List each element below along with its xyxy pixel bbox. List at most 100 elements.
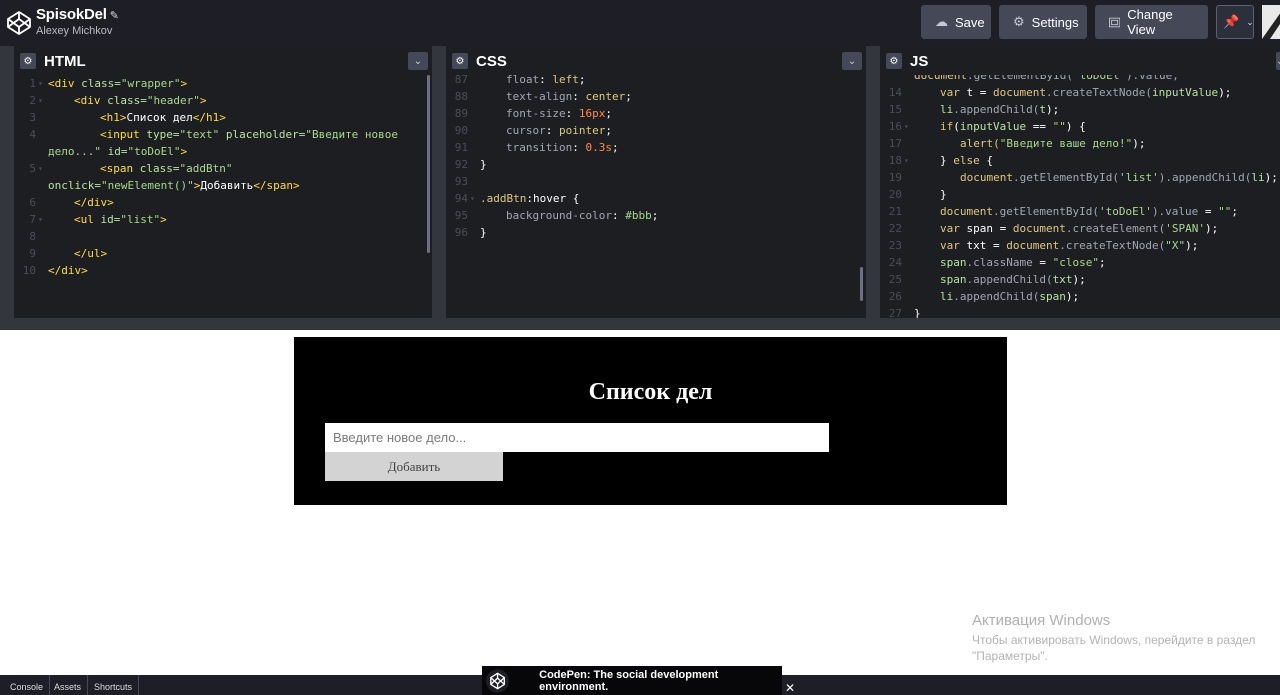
code-line[interactable]: 18 ▾} else {	[880, 152, 1280, 169]
css-editor[interactable]: ⚙ CSS ⌄ 87 float: left; 88 text-align: cent…	[446, 46, 866, 318]
code-token: onclick=	[48, 179, 101, 192]
html-collapse-chevron-icon[interactable]: ⌄	[408, 52, 428, 70]
code-line[interactable]: 92}	[446, 156, 866, 173]
code-line[interactable]: 88 text-align: center;	[446, 88, 866, 105]
code-line[interactable]: 24 span.className = "close";	[880, 254, 1280, 271]
code-token: }	[940, 154, 954, 167]
code-token: );	[1072, 273, 1086, 286]
code-line[interactable]: 10 </div>	[14, 262, 432, 279]
code-line[interactable]: 19 document.getElementById('list').append…	[880, 169, 1280, 186]
code-line[interactable]: 20}	[880, 186, 1280, 203]
code-line[interactable]: дело..." id="toDoEl">	[14, 143, 432, 160]
css-code-area[interactable]: 87 float: left; 88 text-align: center; 89 fon…	[446, 75, 866, 318]
code-line[interactable]: 6 </div>	[14, 194, 432, 211]
js-settings-gear-icon[interactable]: ⚙	[886, 53, 902, 69]
fold-arrow-icon[interactable]: ▾	[904, 118, 909, 135]
code-token: >	[180, 77, 188, 90]
fold-arrow-icon[interactable]: ▾	[38, 92, 43, 109]
html-settings-gear-icon[interactable]: ⚙	[20, 53, 36, 69]
editor-resizer[interactable]	[432, 46, 446, 318]
add-button[interactable]: Добавить	[325, 452, 503, 481]
code-text: }	[914, 305, 921, 318]
code-token: </ul>	[74, 247, 108, 260]
line-number: 90	[454, 124, 468, 137]
js-editor[interactable]: ⚙ JS ⌄ document.getElementById('toDoEl')…	[880, 46, 1280, 318]
code-line[interactable]: document.getElementById('toDoEl').value;	[880, 75, 1280, 84]
code-line[interactable]: 4 <input type="text" placeholder="Введите…	[14, 126, 432, 143]
code-token: li	[940, 103, 954, 116]
preview-resizer[interactable]	[0, 318, 1280, 330]
save-button[interactable]: ☁ Save	[921, 5, 991, 39]
code-line[interactable]: 17 alert("Введите ваше дело!");	[880, 135, 1280, 152]
code-text: if(inputValue == "") {	[940, 118, 1086, 135]
code-token: alert(	[960, 137, 1000, 150]
css-collapse-chevron-icon[interactable]: ⌄	[842, 52, 862, 70]
code-token: document	[914, 75, 967, 82]
code-token: else	[953, 154, 987, 167]
code-line[interactable]: 27}	[880, 305, 1280, 318]
code-line[interactable]: 25 span.appendChild(txt);	[880, 271, 1280, 288]
code-line[interactable]: 23 var txt = document.createTextNode("X")…	[880, 237, 1280, 254]
code-line[interactable]: 15 li.appendChild(t);	[880, 101, 1280, 118]
fold-arrow-icon[interactable]: ▾	[38, 211, 43, 228]
code-line[interactable]: 21 document.getElementById('toDoEl').valu…	[880, 203, 1280, 220]
code-token: <input	[100, 128, 147, 141]
fold-arrow-icon[interactable]: ▾	[904, 152, 909, 169]
code-line[interactable]: 90 cursor: pointer;	[446, 122, 866, 139]
code-line[interactable]: 5 ▾ <span class="addBtn"	[14, 160, 432, 177]
code-text: onclick="newElement()">Добавить</span>	[48, 177, 300, 194]
line-number: 18	[888, 154, 902, 167]
code-line[interactable]: 14 var t = document.createTextNode(inputV…	[880, 84, 1280, 101]
assets-tab[interactable]: Assets	[48, 675, 89, 695]
todo-input[interactable]	[325, 423, 829, 452]
settings-button[interactable]: ⚙ Settings	[999, 5, 1087, 39]
css-settings-gear-icon[interactable]: ⚙	[452, 53, 468, 69]
code-line[interactable]: 7 ▾ <ul id="list">	[14, 211, 432, 228]
code-line[interactable]: onclick="newElement()">Добавить</span>	[14, 177, 432, 194]
code-line[interactable]: 3 <h1>Список дел</h1>	[14, 109, 432, 126]
code-token: "addBtn"	[179, 162, 233, 175]
code-token: cursor	[506, 124, 546, 137]
fold-arrow-icon[interactable]: ▾	[38, 160, 43, 177]
shortcuts-tab[interactable]: Shortcuts	[88, 675, 140, 695]
pen-title[interactable]: SpisokDel ✎	[36, 6, 119, 23]
code-line[interactable]: 95 background-color: #bbb;	[446, 207, 866, 224]
html-scrollbar[interactable]	[427, 75, 430, 253]
code-line[interactable]: 8	[14, 228, 432, 245]
js-code-area[interactable]: document.getElementById('toDoEl').value;…	[880, 75, 1280, 318]
pen-author[interactable]: Alexey Michkov	[36, 25, 112, 37]
line-number: 7	[29, 213, 36, 226]
code-line[interactable]: 94 ▾ .addBtn:hover {	[446, 190, 866, 207]
code-token: ""	[1218, 205, 1232, 218]
css-scrollbar[interactable]	[860, 267, 863, 301]
code-token: document	[960, 171, 1013, 184]
close-icon[interactable]: ✕	[783, 681, 797, 695]
code-line[interactable]: 89 font-size: 16px;	[446, 105, 866, 122]
console-tab[interactable]: Console	[4, 675, 51, 695]
change-view-button[interactable]: Change View	[1095, 5, 1208, 39]
codepen-logo-icon[interactable]	[6, 10, 32, 36]
fold-arrow-icon[interactable]: ▾	[470, 190, 475, 207]
pin-dropdown-button[interactable]: 📌 ⌄	[1216, 5, 1254, 39]
html-code-area[interactable]: 1 ▾ <div class="wrapper"> 2 ▾ <div class="hea…	[14, 75, 432, 318]
code-line[interactable]: 22 var span = document.createElement('SPA…	[880, 220, 1280, 237]
code-line[interactable]: 9 </ul>	[14, 245, 432, 262]
edit-pencil-icon[interactable]: ✎	[110, 10, 119, 22]
editor-resizer[interactable]	[0, 46, 14, 318]
code-line[interactable]: 16 ▾ if(inputValue == "") {	[880, 118, 1280, 135]
code-line[interactable]: 91 transition: 0.3s;	[446, 139, 866, 156]
editor-resizer[interactable]	[866, 46, 880, 318]
code-line[interactable]: 26 li.appendChild(span);	[880, 288, 1280, 305]
code-line[interactable]: 87 float: left;	[446, 75, 866, 88]
js-collapse-chevron-icon[interactable]: ⌄	[1276, 52, 1280, 70]
fold-arrow-icon[interactable]: ▾	[38, 75, 43, 92]
code-line[interactable]: 96}	[446, 224, 866, 241]
html-editor[interactable]: ⚙ HTML ⌄ 1 ▾ <div class="wrapper"> 2 ▾ <div c…	[14, 46, 432, 318]
code-line[interactable]: 2 ▾ <div class="header">	[14, 92, 432, 109]
codepen-promo-popup[interactable]: CodePen: The social development environm…	[482, 666, 782, 695]
code-token: }	[914, 307, 921, 318]
code-line[interactable]: 1 ▾ <div class="wrapper">	[14, 75, 432, 92]
code-token: li	[940, 290, 954, 303]
code-line[interactable]: 93	[446, 173, 866, 190]
user-avatar[interactable]	[1262, 5, 1280, 39]
